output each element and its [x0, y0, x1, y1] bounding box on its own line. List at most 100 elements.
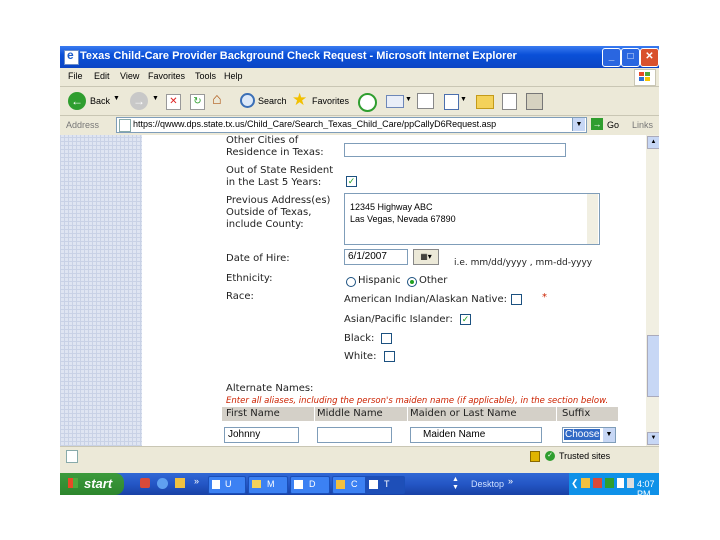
- task-label-2: M: [267, 479, 275, 489]
- mail-button[interactable]: [386, 95, 404, 108]
- quicklaunch-icon-3[interactable]: [175, 478, 185, 488]
- forward-button[interactable]: →: [130, 92, 148, 110]
- toolbar: ← Back ▼ → ▼ ✕ ↻ ⌂ Search ★ Favorites ▼ …: [60, 87, 659, 116]
- menu-view[interactable]: View: [120, 71, 139, 81]
- go-arrow-icon[interactable]: →: [591, 118, 603, 130]
- task-label-4: C: [351, 479, 358, 489]
- calendar-button[interactable]: ▦▾: [413, 249, 439, 265]
- back-label: Back: [90, 96, 111, 106]
- race-american-indian-label: American Indian/Alaskan Native:: [344, 294, 507, 305]
- links-label[interactable]: Links: [632, 120, 653, 130]
- ethnicity-other-label: Other: [419, 275, 448, 286]
- alternate-names-label: Alternate Names:: [226, 383, 314, 394]
- print-button[interactable]: [417, 93, 434, 109]
- edit-dropdown-icon: ▼: [460, 96, 467, 103]
- task-button-3[interactable]: D: [290, 476, 330, 494]
- column-first-name: First Name: [226, 408, 280, 419]
- tray-icon-3[interactable]: [605, 478, 614, 488]
- task-label-5: T: [384, 479, 390, 489]
- menu-bar: File Edit View Favorites Tools Help: [60, 68, 659, 87]
- middle-name-input[interactable]: [317, 427, 392, 443]
- back-arrow-icon: ←: [68, 92, 86, 110]
- start-button[interactable]: start: [60, 473, 124, 495]
- desktop-more-icon[interactable]: »: [508, 476, 513, 486]
- first-name-input[interactable]: Johnny: [224, 427, 299, 443]
- address-bar: Address https://qwww.dps.state.tx.us/Chi…: [60, 116, 659, 134]
- research-button[interactable]: [502, 93, 517, 110]
- quicklaunch-ie-icon[interactable]: [157, 478, 168, 489]
- scroll-thumb[interactable]: [647, 335, 659, 397]
- column-suffix: Suffix: [562, 408, 591, 419]
- menu-tools[interactable]: Tools: [195, 71, 216, 81]
- refresh-button[interactable]: ↻: [190, 94, 205, 110]
- minimize-button[interactable]: _: [602, 48, 621, 67]
- favorites-star-icon: ★: [292, 90, 308, 109]
- maiden-last-name-value: Maiden Name: [423, 429, 486, 440]
- race-asian-checkbox[interactable]: ✓: [460, 314, 471, 325]
- task-button-5[interactable]: T: [365, 476, 405, 494]
- alternate-names-header: First Name Middle Name Maiden or Last Na…: [222, 407, 618, 421]
- previous-address-text: 12345 Highway ABC Las Vegas, Nevada 6789…: [350, 202, 456, 224]
- task-button-2[interactable]: M: [248, 476, 288, 494]
- tray-icon-2[interactable]: [593, 478, 602, 488]
- address-dropdown-icon[interactable]: ▼: [572, 118, 585, 131]
- column-middle-name: Middle Name: [317, 408, 383, 419]
- race-white-checkbox[interactable]: [384, 351, 395, 362]
- maximize-button[interactable]: □: [621, 48, 640, 67]
- menu-help[interactable]: Help: [224, 71, 243, 81]
- date-of-hire-input[interactable]: 6/1/2007: [344, 249, 408, 265]
- previous-address-textarea[interactable]: 12345 Highway ABC Las Vegas, Nevada 6789…: [344, 193, 600, 245]
- lock-icon: [530, 451, 540, 462]
- suffix-value: Choose: [564, 429, 601, 440]
- ethnicity-label: Ethnicity:: [226, 273, 273, 284]
- task-group-arrows-icon[interactable]: ▲ ▼: [452, 476, 459, 492]
- page-scrollbar[interactable]: ▲ ▼: [646, 135, 659, 446]
- previous-address-label: Previous Address(es) Outside of Texas, i…: [226, 195, 331, 230]
- scroll-down-icon[interactable]: ▼: [647, 432, 659, 445]
- other-cities-input[interactable]: [344, 143, 566, 157]
- menu-file[interactable]: File: [68, 71, 83, 81]
- out-of-state-checkbox[interactable]: ✓: [346, 176, 357, 187]
- scroll-up-icon[interactable]: ▲: [647, 136, 659, 149]
- tray-icon-5[interactable]: [627, 478, 634, 488]
- ethnicity-hispanic-radio[interactable]: [346, 277, 356, 287]
- race-black-label: Black:: [344, 333, 375, 344]
- menu-edit[interactable]: Edit: [94, 71, 110, 81]
- quicklaunch-more-icon[interactable]: »: [194, 476, 199, 486]
- folder-button[interactable]: [476, 95, 494, 109]
- suffix-select[interactable]: Choose ▼: [562, 427, 616, 443]
- tray-icon-1[interactable]: [581, 478, 590, 488]
- browser-window: Texas Child-Care Provider Background Che…: [60, 46, 659, 464]
- edit-button[interactable]: [444, 94, 459, 110]
- left-pattern-column: [60, 135, 142, 446]
- menu-favorites[interactable]: Favorites: [148, 71, 185, 81]
- textarea-scrollbar[interactable]: [587, 194, 598, 244]
- background-strip: [60, 464, 659, 473]
- task-button-1[interactable]: U: [208, 476, 246, 494]
- search-icon: [240, 93, 255, 108]
- history-button[interactable]: [358, 93, 377, 112]
- title-bar: Texas Child-Care Provider Background Che…: [60, 46, 659, 68]
- maiden-last-name-input[interactable]: Maiden Name: [410, 427, 542, 443]
- race-asian-label: Asian/Pacific Islander:: [344, 314, 453, 325]
- address-input[interactable]: https://qwww.dps.state.tx.us/Child_Care/…: [116, 117, 587, 133]
- date-format-hint: i.e. mm/dd/yyyy , mm-dd-yyyy: [454, 258, 593, 268]
- race-black-checkbox[interactable]: [381, 333, 392, 344]
- quicklaunch-icon-1[interactable]: [140, 478, 150, 488]
- race-american-indian-checkbox[interactable]: [511, 294, 522, 305]
- back-dropdown-icon: ▼: [113, 95, 120, 102]
- address-label: Address: [66, 120, 100, 130]
- ethnicity-other-radio[interactable]: [407, 277, 417, 287]
- task-label-1: U: [225, 479, 232, 489]
- go-button[interactable]: Go: [607, 120, 619, 130]
- close-button[interactable]: ✕: [640, 48, 659, 67]
- tray-icon-4[interactable]: [617, 478, 624, 488]
- desktop-toolbar-label[interactable]: Desktop: [471, 479, 504, 489]
- messenger-button[interactable]: [526, 93, 543, 110]
- stop-button[interactable]: ✕: [166, 94, 181, 110]
- window-title: Texas Child-Care Provider Background Che…: [80, 50, 517, 62]
- status-bar: ✓ Trusted sites: [60, 446, 659, 464]
- start-label: start: [84, 476, 113, 491]
- tray-expand-icon[interactable]: ❮: [571, 478, 579, 489]
- home-button[interactable]: ⌂: [212, 91, 222, 109]
